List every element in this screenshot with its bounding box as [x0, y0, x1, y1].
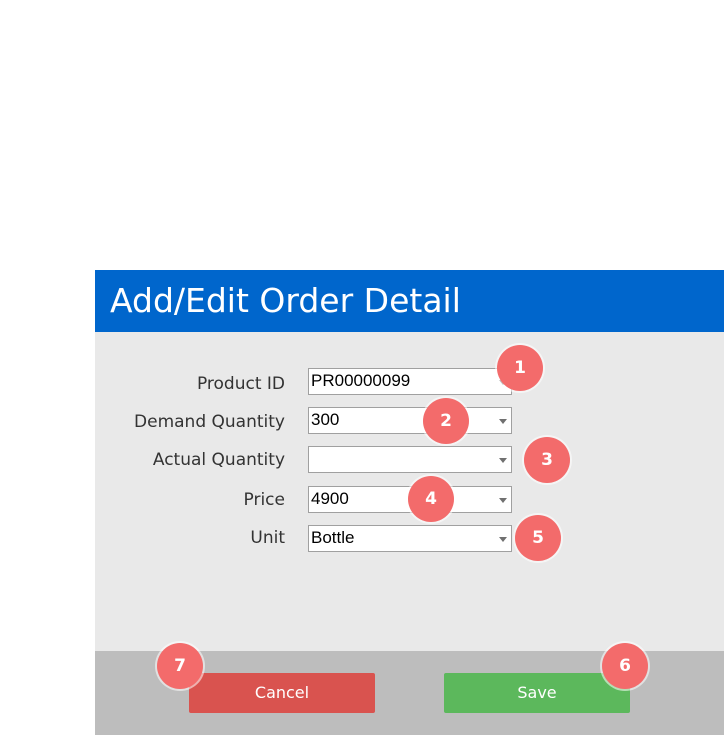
chevron-down-icon[interactable] [499, 458, 507, 463]
actual-quantity-label: Actual Quantity [152, 450, 285, 470]
product-id-value: PR00000099 [311, 371, 411, 390]
demand-quantity-value: 300 [311, 410, 340, 429]
price-value: 4900 [311, 489, 349, 508]
cancel-button[interactable]: Cancel [189, 673, 375, 713]
product-id-dropdown[interactable]: PR00000099 [308, 368, 512, 395]
actual-quantity-dropdown[interactable] [308, 446, 512, 473]
unit-dropdown[interactable]: Bottle [308, 525, 512, 552]
demand-quantity-label: Demand Quantity [134, 412, 285, 432]
annotation-badge-2: 2 [423, 398, 469, 444]
chevron-down-icon[interactable] [499, 498, 507, 503]
dialog-title: Add/Edit Order Detail [95, 270, 724, 332]
chevron-down-icon[interactable] [499, 537, 507, 542]
product-id-label: Product ID [196, 374, 285, 394]
annotation-badge-5: 5 [515, 515, 561, 561]
chevron-down-icon[interactable] [499, 419, 507, 424]
unit-label: Unit [250, 528, 285, 548]
annotation-badge-3: 3 [524, 437, 570, 483]
demand-quantity-dropdown[interactable]: 300 [308, 407, 512, 434]
unit-value: Bottle [311, 528, 355, 547]
annotation-badge-6: 6 [602, 643, 648, 689]
annotation-badge-4: 4 [408, 476, 454, 522]
save-button[interactable]: Save [444, 673, 630, 713]
annotation-badge-7: 7 [157, 643, 203, 689]
price-label: Price [243, 490, 285, 510]
annotation-badge-1: 1 [497, 345, 543, 391]
